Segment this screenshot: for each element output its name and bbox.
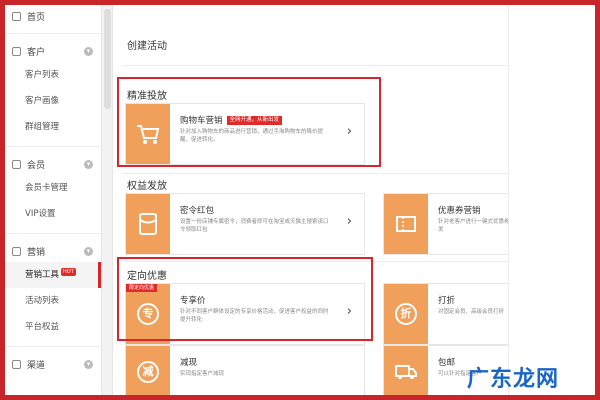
channel-icon (12, 359, 21, 369)
cash-off-icon: 减 (126, 346, 170, 395)
hot-badge: HOT (61, 268, 76, 276)
coupon-icon (384, 194, 428, 254)
sidebar-item-marketing-tools[interactable]: 营销工具 HOT (5, 262, 101, 288)
card-title: 减现 (180, 358, 198, 368)
home-icon (12, 11, 21, 21)
page-title: 创建活动 (127, 41, 167, 52)
card-description: 针对老客户进行一键式优惠券群发 (438, 219, 516, 233)
marketing-icon (12, 246, 21, 256)
card-description: 对固定会员、高级会员打折 (438, 309, 505, 315)
card-discount[interactable]: 折 打折 对固定会员、高级会员打折 (383, 283, 508, 345)
sidebar-group-label: 渠道 (27, 360, 46, 371)
card-title: 包邮 (438, 358, 456, 368)
sidebar: 首页 客户 ▾ 客户列表 客户画像 群组管理 会员 ▾ 会员卡管理 VIP设置 … (5, 5, 101, 395)
scrollbar-thumb[interactable] (104, 9, 111, 109)
card-title: 打折 (438, 296, 456, 306)
highlight-box-precise (117, 77, 381, 167)
sidebar-item-member-card[interactable]: 会员卡管理 (5, 175, 101, 201)
right-margin (508, 5, 595, 395)
sidebar-group-label: 客户 (27, 47, 46, 58)
app-frame: 首页 客户 ▾ 客户列表 客户画像 群组管理 会员 ▾ 会员卡管理 VIP设置 … (5, 5, 595, 395)
sidebar-group-label: 营销 (27, 247, 46, 258)
sidebar-scrollbar[interactable] (101, 5, 113, 395)
discount-icon: 折 (384, 284, 428, 344)
card-description: 实现指定客户减现 (180, 371, 225, 377)
card-coupon-marketing[interactable]: 优惠券营销 针对老客户进行一键式优惠券群发 (383, 193, 515, 255)
sidebar-item-activity-list[interactable]: 活动列表 (5, 288, 101, 314)
card-cash-off[interactable]: 减 减现 实现指定客户减现 (125, 345, 365, 395)
sidebar-item-platform-rights[interactable]: 平台权益 (5, 314, 101, 340)
chevron-right-icon[interactable]: › (347, 214, 352, 229)
divider (123, 173, 508, 174)
sidebar-group-customers[interactable]: 客户 ▾ (5, 40, 101, 62)
free-shipping-icon (384, 346, 428, 395)
chevron-icon: ▾ (84, 359, 93, 369)
sidebar-item-vip-settings[interactable]: VIP设置 (5, 201, 101, 227)
sidebar-item-customer-profile[interactable]: 客户画像 (5, 88, 101, 114)
customer-icon (12, 46, 21, 56)
divider (123, 65, 508, 66)
card-title: 优惠券营销 (438, 206, 481, 216)
watermark: 广东龙网 (467, 367, 560, 392)
sidebar-home-label: 首页 (27, 12, 46, 23)
card-description: 设置一份店铺专属密令，消费者即可在淘宝或天猫主搜索该口令领取红包 (180, 219, 329, 233)
main-content: 创建活动 精准投放 购物车营销 全网开通，从新出发 针对加入购物车的商品进行营销，… (113, 5, 515, 395)
section-title-rights: 权益发放 (127, 181, 167, 192)
sidebar-group-members[interactable]: 会员 ▾ (5, 153, 101, 175)
envelope-icon (126, 194, 170, 254)
highlight-box-targeted (117, 257, 373, 341)
card-title: 密令红包 (180, 206, 215, 216)
chevron-icon: ▾ (84, 159, 93, 169)
sidebar-item-label: 营销工具 (25, 270, 60, 280)
chevron-icon: ▾ (84, 246, 93, 256)
sidebar-group-channel[interactable]: 渠道 ▾ (5, 353, 101, 375)
sidebar-group-marketing[interactable]: 营销 ▾ (5, 240, 101, 262)
sidebar-item-customer-list[interactable]: 客户列表 (5, 62, 101, 88)
sidebar-group-label: 会员 (27, 160, 46, 171)
sidebar-item-group-management[interactable]: 群组管理 (5, 114, 101, 140)
sidebar-item-home[interactable]: 首页 (5, 5, 101, 27)
card-password-redpacket[interactable]: 密令红包 设置一份店铺专属密令，消费者即可在淘宝或天猫主搜索该口令领取红包 › (125, 193, 365, 255)
chevron-icon: ▾ (84, 46, 93, 56)
member-icon (12, 159, 21, 169)
